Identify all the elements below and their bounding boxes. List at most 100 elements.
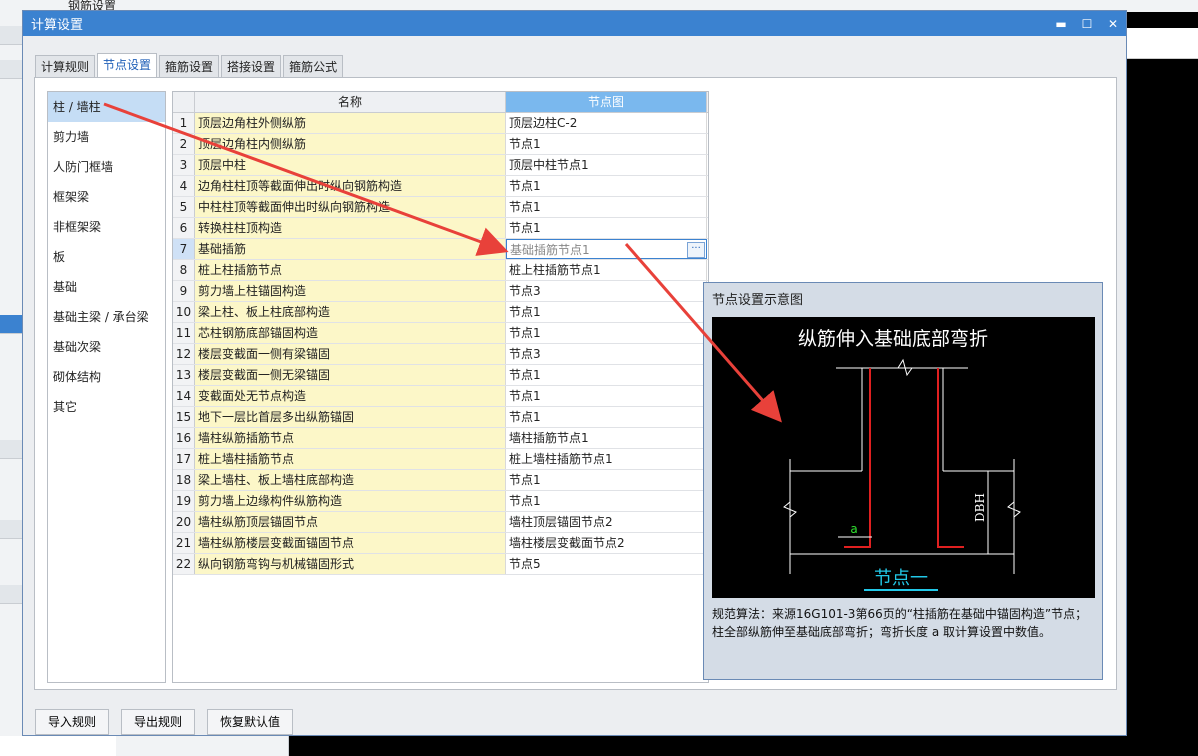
row-name: 基础插筋 xyxy=(195,239,506,259)
list-item-other[interactable]: 其它 xyxy=(48,392,165,422)
row-name: 转换柱柱顶构造 xyxy=(195,218,506,238)
row-number: 9 xyxy=(173,281,195,301)
row-node-value: 节点1 xyxy=(509,368,541,382)
row-node-cell[interactable]: 基础插筋节点1 ··· xyxy=(506,239,707,259)
table-row[interactable]: 7 基础插筋 基础插筋节点1 ··· xyxy=(173,239,708,260)
table-row[interactable]: 9 剪力墙上柱锚固构造 节点3 xyxy=(173,281,708,302)
restore-defaults-button[interactable]: 恢复默认值 xyxy=(207,709,294,735)
row-node-cell[interactable]: 节点1 xyxy=(506,218,707,238)
row-node-value: 墙柱楼层变截面节点2 xyxy=(509,536,625,550)
row-node-cell[interactable]: 节点1 xyxy=(506,134,707,154)
node-label: 节点一 xyxy=(874,568,928,589)
row-node-value: 节点3 xyxy=(509,347,541,361)
import-rules-button[interactable]: 导入规则 xyxy=(35,709,110,735)
table-row[interactable]: 5 中柱柱顶等截面伸出时纵向钢筋构造 节点1 xyxy=(173,197,708,218)
list-item-slab[interactable]: 板 xyxy=(48,242,165,272)
row-node-cell[interactable]: 节点1 xyxy=(506,491,707,511)
tab-lap-settings[interactable]: 搭接设置 xyxy=(221,55,282,78)
row-node-cell[interactable]: 墙柱顶层锚固节点2 xyxy=(506,512,707,532)
list-item-non-frame-beam[interactable]: 非框架梁 xyxy=(48,212,165,242)
background-strip-selected xyxy=(0,315,22,334)
tab-calc-rules[interactable]: 计算规则 xyxy=(35,55,96,78)
table-row[interactable]: 4 边角柱柱顶等截面伸出时纵向钢筋构造 节点1 xyxy=(173,176,708,197)
tab-node-settings[interactable]: 节点设置 xyxy=(97,53,158,78)
table-row[interactable]: 13 楼层变截面一侧无梁锚固 节点1 xyxy=(173,365,708,386)
list-item-foundation-secondary-beam[interactable]: 基础次梁 xyxy=(48,332,165,362)
export-rules-button[interactable]: 导出规则 xyxy=(121,709,196,735)
node-settings-grid: 名称 节点图 1 顶层边角柱外侧纵筋 顶层边柱C-2 2 顶层边角柱内侧纵筋 节点1 3 顶层… xyxy=(172,91,709,683)
row-name: 地下一层比首层多出纵筋锚固 xyxy=(195,407,506,427)
row-node-value: 节点1 xyxy=(509,389,541,403)
row-node-value: 节点1 xyxy=(509,326,541,340)
row-name: 芯柱钢筋底部锚固构造 xyxy=(195,323,506,343)
row-name: 边角柱柱顶等截面伸出时纵向钢筋构造 xyxy=(195,176,506,196)
row-name: 纵向钢筋弯钩与机械锚固形式 xyxy=(195,554,506,574)
list-item-shear-wall[interactable]: 剪力墙 xyxy=(48,122,165,152)
list-item-foundation-main-beam[interactable]: 基础主梁 / 承台梁 xyxy=(48,302,165,332)
tab-stirrup-settings[interactable]: 箍筋设置 xyxy=(159,55,220,78)
row-node-cell[interactable]: 墙柱楼层变截面节点2 xyxy=(506,533,707,553)
background-bottom xyxy=(0,736,116,756)
row-node-cell[interactable]: 节点1 xyxy=(506,197,707,217)
close-icon[interactable]: ✕ xyxy=(1100,17,1126,31)
row-node-cell[interactable]: 节点1 xyxy=(506,386,707,406)
row-number: 16 xyxy=(173,428,195,448)
list-item-column[interactable]: 柱 / 墙柱 xyxy=(48,92,165,122)
table-row[interactable]: 17 桩上墙柱插筋节点 桩上墙柱插筋节点1 xyxy=(173,449,708,470)
row-node-value: 墙柱插筋节点1 xyxy=(509,431,589,445)
table-row[interactable]: 12 楼层变截面一侧有梁锚固 节点3 xyxy=(173,344,708,365)
tab-stirrup-formula[interactable]: 箍筋公式 xyxy=(283,55,344,78)
row-number: 21 xyxy=(173,533,195,553)
ellipsis-button[interactable]: ··· xyxy=(687,242,705,258)
row-name: 梁上墙柱、板上墙柱底部构造 xyxy=(195,470,506,490)
table-row[interactable]: 18 梁上墙柱、板上墙柱底部构造 节点1 xyxy=(173,470,708,491)
list-item-masonry[interactable]: 砌体结构 xyxy=(48,362,165,392)
list-item-blast-door-wall[interactable]: 人防门框墙 xyxy=(48,152,165,182)
row-node-cell[interactable]: 节点1 xyxy=(506,365,707,385)
table-row[interactable]: 6 转换柱柱顶构造 节点1 xyxy=(173,218,708,239)
row-node-value: 基础插筋节点1 xyxy=(510,243,590,257)
table-row[interactable]: 3 顶层中柱 顶层中柱节点1 xyxy=(173,155,708,176)
row-node-cell[interactable]: 桩上墙柱插筋节点1 xyxy=(506,449,707,469)
row-node-value: 节点1 xyxy=(509,137,541,151)
table-row[interactable]: 20 墙柱纵筋顶层锚固节点 墙柱顶层锚固节点2 xyxy=(173,512,708,533)
row-node-cell[interactable]: 节点1 xyxy=(506,302,707,322)
row-name: 墙柱纵筋楼层变截面锚固节点 xyxy=(195,533,506,553)
row-node-cell[interactable]: 节点1 xyxy=(506,176,707,196)
table-row[interactable]: 11 芯柱钢筋底部锚固构造 节点1 xyxy=(173,323,708,344)
row-node-cell[interactable]: 节点1 xyxy=(506,470,707,490)
table-row[interactable]: 14 变截面处无节点构造 节点1 xyxy=(173,386,708,407)
row-number: 18 xyxy=(173,470,195,490)
minimize-icon[interactable]: ▬ xyxy=(1048,17,1074,31)
table-row[interactable]: 19 剪力墙上边缘构件纵筋构造 节点1 xyxy=(173,491,708,512)
row-number: 12 xyxy=(173,344,195,364)
dialog-title: 计算设置 xyxy=(31,18,84,33)
a-label: a xyxy=(850,522,857,536)
maximize-icon[interactable]: ☐ xyxy=(1074,17,1100,31)
row-node-cell[interactable]: 节点3 xyxy=(506,281,707,301)
row-node-cell[interactable]: 桩上柱插筋节点1 xyxy=(506,260,707,280)
row-node-cell[interactable]: 节点5 xyxy=(506,554,707,574)
table-row[interactable]: 8 桩上柱插筋节点 桩上柱插筋节点1 xyxy=(173,260,708,281)
table-row[interactable]: 1 顶层边角柱外侧纵筋 顶层边柱C-2 xyxy=(173,113,708,134)
table-row[interactable]: 22 纵向钢筋弯钩与机械锚固形式 节点5 xyxy=(173,554,708,575)
row-node-cell[interactable]: 节点3 xyxy=(506,344,707,364)
row-node-value: 桩上柱插筋节点1 xyxy=(509,263,601,277)
table-row[interactable]: 16 墙柱纵筋插筋节点 墙柱插筋节点1 xyxy=(173,428,708,449)
list-item-frame-beam[interactable]: 框架梁 xyxy=(48,182,165,212)
row-node-cell[interactable]: 顶层中柱节点1 xyxy=(506,155,707,175)
row-node-cell[interactable]: 顶层边柱C-2 xyxy=(506,113,707,133)
row-node-cell[interactable]: 墙柱插筋节点1 xyxy=(506,428,707,448)
background-strip xyxy=(0,585,22,604)
row-number: 3 xyxy=(173,155,195,175)
background-strip xyxy=(0,26,22,45)
table-row[interactable]: 2 顶层边角柱内侧纵筋 节点1 xyxy=(173,134,708,155)
row-node-cell[interactable]: 节点1 xyxy=(506,407,707,427)
table-row[interactable]: 10 梁上柱、板上柱底部构造 节点1 xyxy=(173,302,708,323)
table-row[interactable]: 21 墙柱纵筋楼层变截面锚固节点 墙柱楼层变截面节点2 xyxy=(173,533,708,554)
list-item-foundation[interactable]: 基础 xyxy=(48,272,165,302)
row-node-cell[interactable]: 节点1 xyxy=(506,323,707,343)
row-node-value: 节点1 xyxy=(509,473,541,487)
row-number: 8 xyxy=(173,260,195,280)
table-row[interactable]: 15 地下一层比首层多出纵筋锚固 节点1 xyxy=(173,407,708,428)
